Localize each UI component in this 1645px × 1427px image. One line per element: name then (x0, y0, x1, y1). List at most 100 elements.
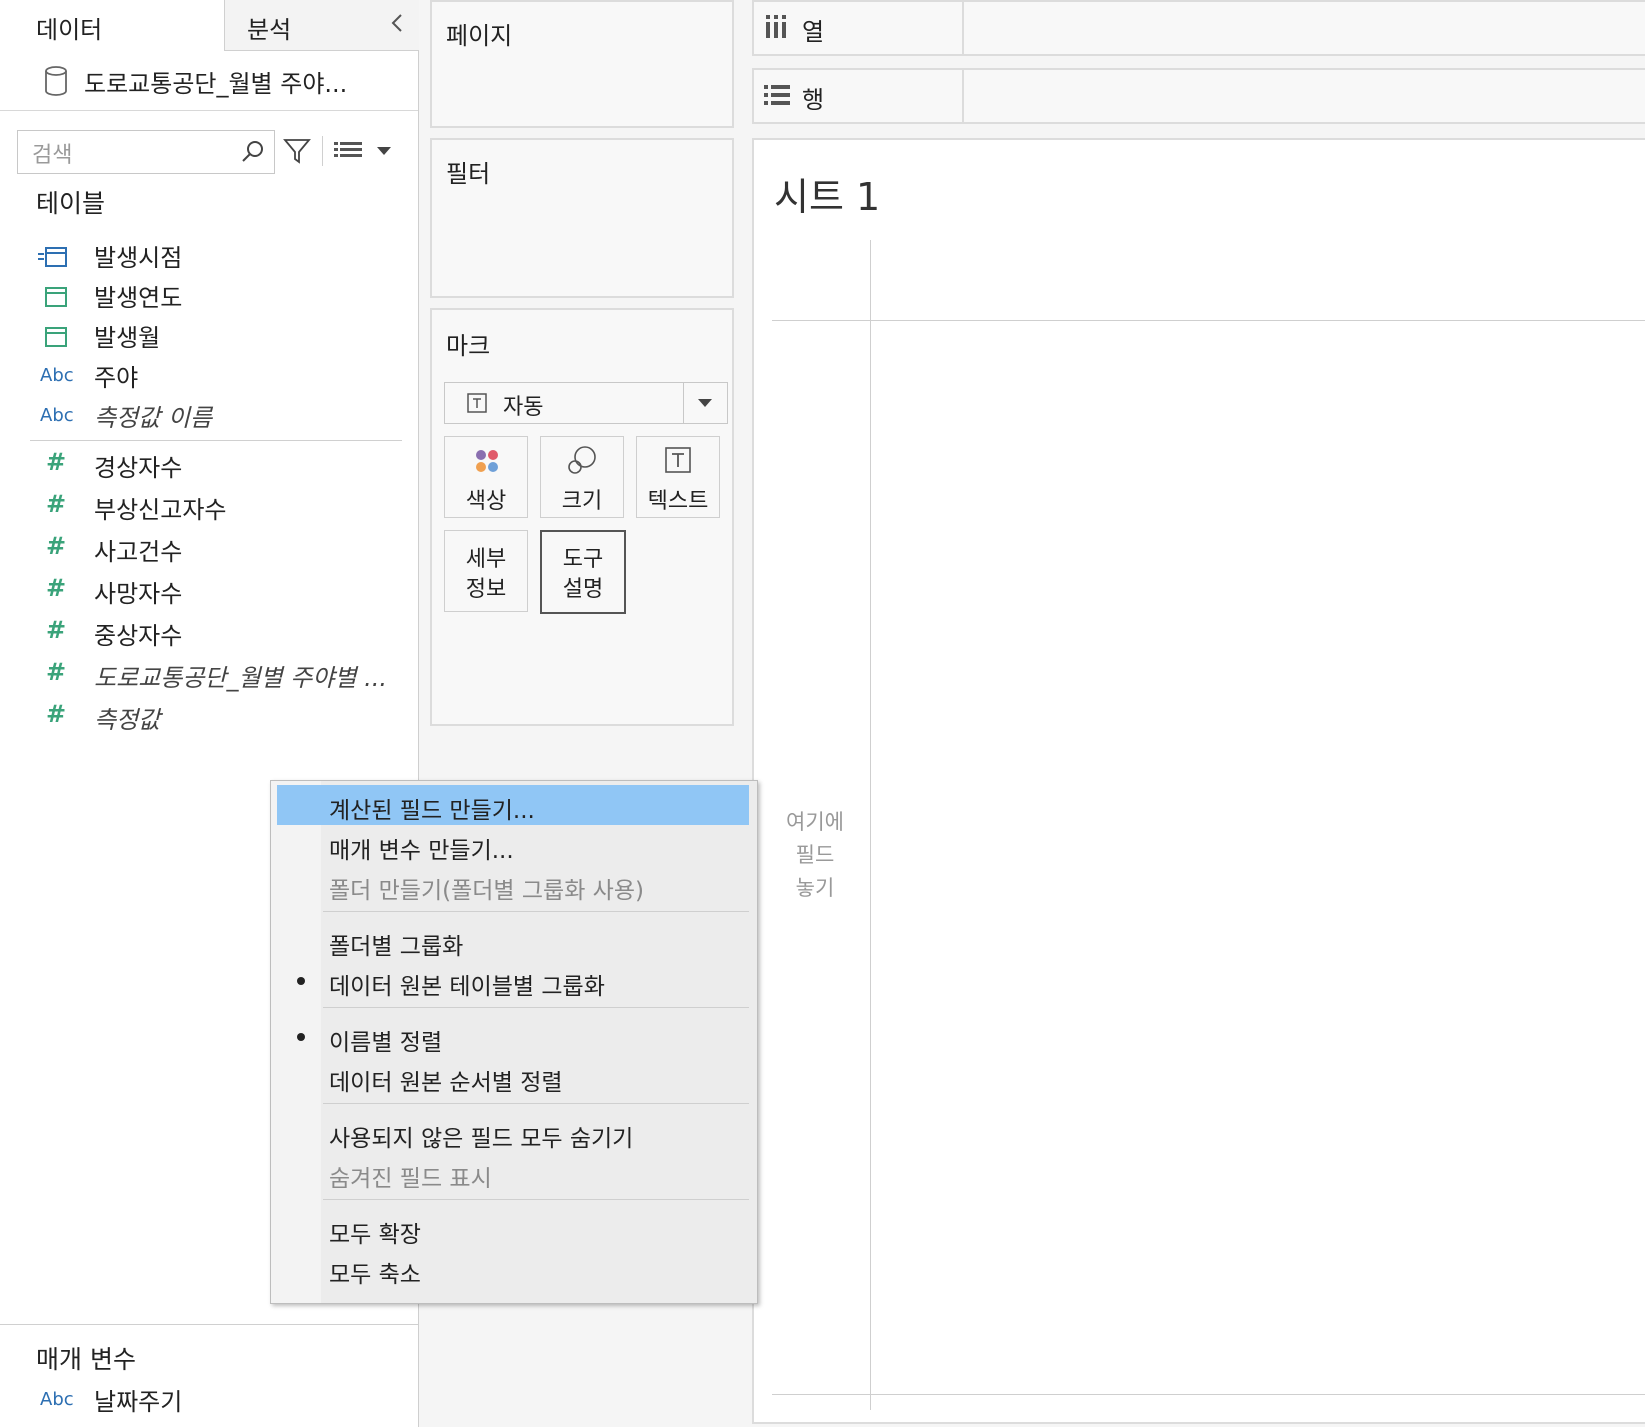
menu-item-sort-by-datasource-order[interactable]: 데이터 원본 순서별 정렬 (277, 1057, 749, 1097)
field-label: 발생연도 (94, 284, 183, 312)
sheet-title[interactable]: 시트 1 (774, 166, 880, 221)
field-item[interactable]: Abc 주야 (36, 356, 416, 396)
field-label: 주야 (94, 364, 139, 392)
menu-item-create-parameter[interactable]: 매개 변수 만들기... (277, 825, 749, 865)
menu-item-group-by-folder[interactable]: 폴더별 그룹화 (277, 921, 749, 961)
chevron-down-icon[interactable] (376, 145, 392, 157)
field-label: 사망자수 (94, 580, 183, 608)
bottom-divider (772, 1394, 1645, 1395)
parameters-divider (0, 1324, 418, 1325)
field-label: 경상자수 (94, 454, 183, 482)
column-header-divider (772, 320, 1645, 321)
string-icon: Abc (40, 365, 74, 386)
search-box[interactable]: 검색 (17, 130, 275, 174)
field-item[interactable]: # 중상자수 (36, 614, 416, 654)
field-label: 중상자수 (94, 622, 183, 650)
rows-shelf[interactable]: 행 (752, 68, 1645, 124)
field-item[interactable]: # 사망자수 (36, 572, 416, 612)
tab-data[interactable]: 데이터 (0, 0, 224, 50)
field-item[interactable]: 발생연도 (36, 276, 416, 316)
marks-card-title: 마크 (446, 332, 491, 360)
filter-icon[interactable] (282, 136, 312, 166)
search-input[interactable]: 검색 (32, 137, 72, 169)
view-list-icon[interactable] (334, 140, 362, 162)
rows-drop-divider (962, 70, 964, 122)
string-icon: Abc (40, 405, 74, 426)
size-button[interactable]: 크기 (540, 436, 624, 518)
field-label: 도로교통공단_월별 주야별 ... (94, 664, 388, 692)
number-icon: # (46, 448, 67, 476)
collapse-pane-icon[interactable] (390, 12, 404, 34)
menu-item-label: 숨겨진 필드 표시 (329, 1166, 492, 1192)
pages-card[interactable]: 페이지 (430, 0, 734, 128)
field-item[interactable]: # 사고건수 (36, 530, 416, 570)
color-button[interactable]: 색상 (444, 436, 528, 518)
filters-card-title: 필터 (446, 160, 491, 188)
color-label: 색상 (465, 489, 507, 514)
field-item[interactable]: # 경상자수 (36, 446, 416, 486)
menu-item-label: 사용되지 않은 필드 모두 숨기기 (329, 1126, 634, 1152)
field-label: 발생월 (94, 324, 161, 352)
parameter-label: 날짜주기 (94, 1388, 183, 1416)
field-label: 부상신고자수 (94, 496, 227, 524)
checked-bullet-icon (297, 1033, 305, 1041)
parameter-item[interactable]: Abc 날짜주기 (36, 1380, 416, 1420)
number-icon: # (46, 658, 67, 686)
menu-item-label: 모두 확장 (329, 1222, 421, 1248)
field-item[interactable]: # 부상신고자수 (36, 488, 416, 528)
menu-item-create-calculated-field[interactable]: 계산된 필드 만들기... (277, 785, 749, 825)
field-item[interactable]: # 측정값 (36, 698, 416, 738)
context-menu: 계산된 필드 만들기... 매개 변수 만들기... 폴더 만들기(폴더별 그룹… (270, 780, 758, 1304)
size-label: 크기 (561, 489, 603, 514)
field-item[interactable]: 발생시점 (36, 236, 416, 276)
menu-item-group-by-table[interactable]: 데이터 원본 테이블별 그룹화 (277, 961, 749, 1001)
row-header-divider (870, 240, 871, 1410)
tables-section-title: 테이블 (36, 189, 106, 218)
chevron-down-icon[interactable] (697, 397, 713, 409)
menu-separator (323, 1103, 749, 1104)
field-item[interactable]: Abc 측정값 이름 (36, 396, 416, 436)
menu-item-create-folder: 폴더 만들기(폴더별 그룹화 사용) (277, 865, 749, 905)
mark-type-label: 자동 (503, 395, 544, 420)
tab-data-label: 데이터 (36, 16, 103, 44)
tooltip-button[interactable]: 도구 설명 (540, 530, 626, 614)
rows-label: 행 (802, 86, 825, 114)
number-icon: # (46, 490, 67, 518)
parameters-section-title: 매개 변수 (36, 1345, 136, 1374)
field-item[interactable]: # 도로교통공단_월별 주야별 ... (36, 656, 416, 696)
menu-item-label: 모두 축소 (329, 1262, 421, 1288)
drop-field-hint[interactable]: 여기에 필드 놓기 (768, 806, 862, 905)
menu-item-label: 이름별 정렬 (329, 1030, 443, 1056)
worksheet-view[interactable]: 시트 1 여기에 필드 놓기 (752, 138, 1645, 1424)
columns-shelf[interactable]: 열 (752, 0, 1645, 56)
menu-item-label: 데이터 원본 순서별 정렬 (329, 1070, 563, 1096)
menu-item-collapse-all[interactable]: 모두 축소 (277, 1249, 749, 1289)
menu-item-expand-all[interactable]: 모두 확장 (277, 1209, 749, 1249)
date-icon (45, 287, 67, 307)
tooltip-label: 도구 설명 (562, 547, 604, 602)
text-button[interactable]: 텍스트 (636, 436, 720, 518)
field-label: 발생시점 (94, 244, 183, 272)
field-label: 측정값 이름 (94, 404, 213, 432)
menu-item-show-hidden-fields: 숨겨진 필드 표시 (277, 1153, 749, 1193)
number-icon: # (46, 532, 67, 560)
detail-button[interactable]: 세부 정보 (444, 530, 528, 612)
number-icon: # (46, 700, 67, 728)
mark-type-select[interactable]: 자동 (444, 382, 728, 424)
menu-item-hide-unused-fields[interactable]: 사용되지 않은 필드 모두 숨기기 (277, 1113, 749, 1153)
menu-item-label: 폴더 만들기(폴더별 그룹화 사용) (329, 878, 644, 904)
menu-separator (323, 1007, 749, 1008)
tab-analysis-label: 분석 (247, 16, 292, 44)
menu-item-sort-by-name[interactable]: 이름별 정렬 (277, 1017, 749, 1057)
menu-item-label: 계산된 필드 만들기... (329, 798, 535, 824)
datasource-name[interactable]: 도로교통공단_월별 주야... (84, 64, 347, 99)
color-icon (476, 450, 498, 472)
text-label: 텍스트 (647, 489, 709, 514)
field-item[interactable]: 발생월 (36, 316, 416, 356)
filters-card[interactable]: 필터 (430, 138, 734, 298)
search-icon[interactable] (240, 139, 266, 165)
menu-item-label: 폴더별 그룹화 (329, 934, 464, 960)
menu-item-label: 매개 변수 만들기... (329, 838, 514, 864)
menu-separator (323, 1199, 749, 1200)
dimension-measure-divider (30, 440, 402, 441)
